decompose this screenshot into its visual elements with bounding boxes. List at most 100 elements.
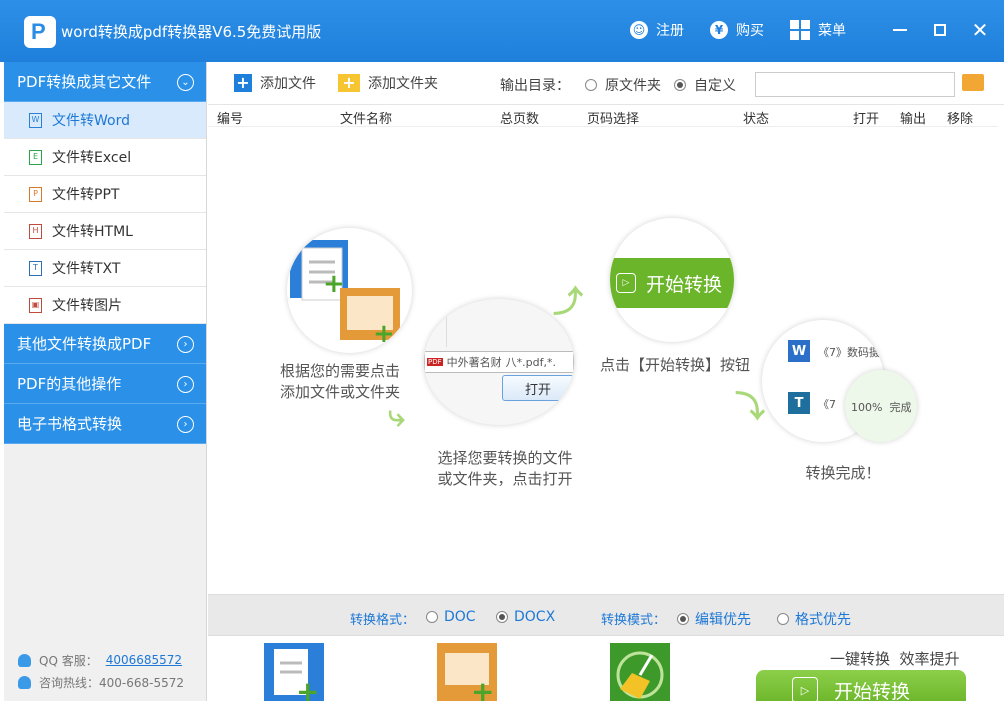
sidebar-item-html[interactable]: H 文件转HTML <box>4 213 206 250</box>
hotline-text: 咨询热线：400-668-5572 <box>39 675 185 690</box>
html-file-icon: H <box>29 223 42 239</box>
slogan-text: 一键转换 效率提升 <box>830 650 960 668</box>
section-label: 电子书格式转换 <box>17 415 123 433</box>
output-path-input[interactable] <box>755 72 955 97</box>
filename-field: PDF 中外著名财 八*.pdf,*. <box>424 351 574 373</box>
sidebar-item-excel[interactable]: E 文件转Excel <box>4 139 206 176</box>
format-label: 转换格式： <box>350 613 416 628</box>
arrow-icon: ⤴ <box>553 285 583 320</box>
col-open: 打开 <box>853 112 880 127</box>
sidebar-section-pdf-to-other[interactable]: PDF转换成其它文件 ⌄ <box>4 62 206 102</box>
col-pages: 总页数 <box>500 112 540 127</box>
step2-text: 选择您要转换的文件 或文件夹，点击打开 <box>437 449 573 488</box>
add-file-icon: + <box>234 74 252 92</box>
close-icon: ✕ <box>971 18 989 42</box>
radio-label: 原文件夹 <box>605 78 661 94</box>
play-icon: ▷ <box>616 273 636 293</box>
clear-list-button[interactable] <box>610 643 670 701</box>
pdf-icon: PDF <box>427 358 443 366</box>
sidebar-section-pdf-other-ops[interactable]: PDF的其他操作 › <box>4 364 206 404</box>
menu-button[interactable]: 菜单 <box>790 18 846 42</box>
register-button[interactable]: ☺ 注册 <box>630 18 684 42</box>
buy-button[interactable]: ¥ 购买 <box>710 18 764 42</box>
excel-file-icon: E <box>29 149 42 165</box>
action-bar: + + 一键转换 效率提升 ▷ 开始转换 <box>208 635 1004 701</box>
browse-folder-icon[interactable] <box>962 74 984 91</box>
radio-icon <box>674 79 686 91</box>
sidebar-item-ppt[interactable]: P 文件转PPT <box>4 176 206 213</box>
svg-text:+: + <box>373 319 395 349</box>
radio-original-folder[interactable]: 原文件夹 <box>585 75 661 95</box>
chevron-right-icon: › <box>177 336 194 353</box>
radio-label: 格式优先 <box>795 612 851 628</box>
minimize-button[interactable] <box>885 16 915 44</box>
close-button[interactable]: ✕ <box>965 16 995 44</box>
add-folder-label: 添加文件夹 <box>368 76 438 92</box>
image-file-icon: ▣ <box>29 297 42 313</box>
hotline-icon <box>18 675 31 689</box>
file-table-header: 编号 文件名称 总页数 页码选择 状态 打开 输出 移除 <box>208 105 998 127</box>
maximize-icon <box>934 24 946 36</box>
add-folder-button[interactable]: + 添加文件夹 <box>338 73 438 93</box>
radio-custom-folder[interactable]: 自定义 <box>674 75 736 95</box>
add-folder-icon: + <box>338 74 360 92</box>
add-file-large-icon: + <box>274 649 319 701</box>
add-folder-large-button[interactable]: + <box>437 643 497 701</box>
progress-bubble: 100% 完成 <box>845 370 917 442</box>
ppt-file-icon: P <box>29 186 42 202</box>
app-title: word转换成pdf转换器V6.5免费试用版 <box>61 23 322 41</box>
yen-icon: ¥ <box>710 21 728 39</box>
menu-label: 菜单 <box>818 23 846 39</box>
add-folder-large-icon: + <box>445 653 494 701</box>
sidebar-item-word[interactable]: W 文件转Word <box>4 102 206 139</box>
start-convert-button[interactable]: ▷ 开始转换 <box>756 670 966 701</box>
format-option-doc[interactable]: DOC <box>426 609 476 625</box>
sidebar-item-label: 文件转PPT <box>52 187 120 203</box>
add-file-large-button[interactable]: + <box>264 643 324 701</box>
sidebar-section-other-to-pdf[interactable]: 其他文件转换成PDF › <box>4 324 206 364</box>
arrow-icon: ⤷ <box>388 399 405 434</box>
step2-illustration: PDF 中外著名财 八*.pdf,*. 打开 <box>424 299 574 425</box>
output-dir-label: 输出目录： <box>500 78 570 94</box>
sidebar-item-label: 文件转图片 <box>52 298 122 314</box>
mode-option-format-first[interactable]: 格式优先 <box>777 609 851 629</box>
start-convert-label: 开始转换 <box>834 680 911 701</box>
convert-options-bar: 转换格式： DOC DOCX 转换模式： 编辑优先 格式优先 <box>208 594 1004 635</box>
section-label: PDF的其他操作 <box>17 375 122 393</box>
sidebar: PDF转换成其它文件 ⌄ W 文件转Word E 文件转Excel P 文件转PPT H 文件… <box>4 62 207 701</box>
mode-option-edit-first[interactable]: 编辑优先 <box>677 609 751 629</box>
section-label: 其他文件转换成PDF <box>17 335 152 353</box>
chevron-down-icon: ⌄ <box>177 74 194 91</box>
chevron-right-icon: › <box>177 376 194 393</box>
toolbar: + 添加文件 + 添加文件夹 输出目录： 原文件夹 自定义 <box>208 62 1004 105</box>
sidebar-item-image[interactable]: ▣ 文件转图片 <box>4 287 206 324</box>
usage-guide: + + 根据您的需要点击 添加文件或文件夹 ⤷ PDF 中外著名财 八*.pdf… <box>208 127 1004 594</box>
step1-text: 根据您的需要点击 添加文件或文件夹 <box>279 362 400 401</box>
maximize-button[interactable] <box>925 16 955 44</box>
progress-text: 100% 完成 <box>851 401 912 414</box>
format-option-docx[interactable]: DOCX <box>496 609 555 625</box>
step1-illustration: + + <box>287 228 412 353</box>
converted-doc2: 《7 <box>818 398 836 411</box>
col-number: 编号 <box>217 112 244 127</box>
sidebar-item-txt[interactable]: T 文件转TXT <box>4 250 206 287</box>
col-page-select: 页码选择 <box>587 112 640 127</box>
chevron-right-icon: › <box>177 416 194 433</box>
add-file-button[interactable]: + 添加文件 <box>234 73 316 93</box>
buy-label: 购买 <box>736 23 764 39</box>
sidebar-section-ebook[interactable]: 电子书格式转换 › <box>4 404 206 444</box>
step4-text: 转换完成！ <box>805 464 881 482</box>
radio-label: DOCX <box>514 609 556 625</box>
qq-number-link[interactable]: 4006685572 <box>106 653 182 667</box>
radio-icon <box>496 611 508 623</box>
grid-icon <box>790 20 810 40</box>
sidebar-item-label: 文件转HTML <box>52 224 133 240</box>
title-bar: P word转换成pdf转换器V6.5免费试用版 ☺ 注册 ¥ 购买 菜单 ✕ <box>0 0 1004 62</box>
folder-tree <box>446 307 526 347</box>
txt-file-icon: T <box>29 260 42 276</box>
col-remove: 移除 <box>947 112 974 127</box>
add-file-label: 添加文件 <box>260 76 316 92</box>
filetype-text: 八*.pdf,*. <box>505 356 556 369</box>
svg-text:+: + <box>296 675 319 701</box>
start-convert-illustration: ▷ 开始转换 <box>610 258 734 308</box>
